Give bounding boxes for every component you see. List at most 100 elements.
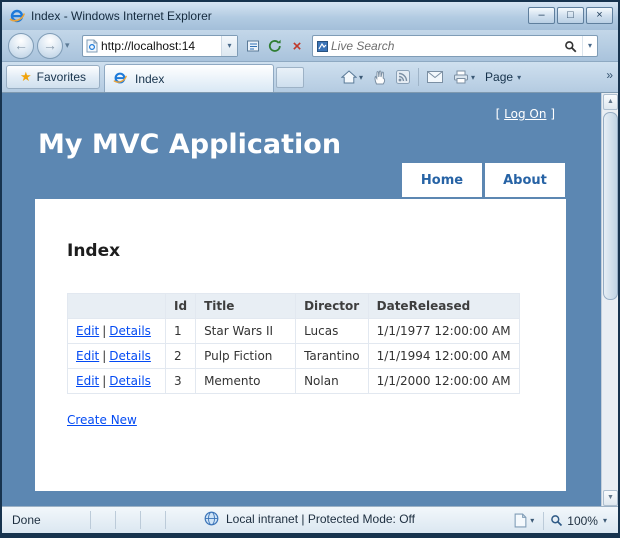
print-button[interactable]: ▾	[448, 65, 480, 89]
site-title: My MVC Application	[38, 129, 341, 160]
cell-id: 2	[166, 344, 196, 369]
cell-title: Memento	[196, 369, 296, 394]
toolbar-overflow-chevron[interactable]: »	[606, 68, 613, 82]
home-icon	[341, 70, 357, 84]
create-new-link[interactable]: Create New	[67, 413, 137, 427]
scroll-up-icon[interactable]: ▲	[603, 94, 618, 110]
cell-actions: Edit|Details	[68, 344, 166, 369]
browser-viewport: [ Log On ] My MVC Application Home About…	[2, 92, 618, 506]
details-link[interactable]: Details	[109, 374, 151, 388]
column-header-id: Id	[166, 294, 196, 319]
link-separator: |	[102, 349, 106, 363]
page-menu-button[interactable]: Page ▾	[480, 65, 526, 89]
details-link[interactable]: Details	[109, 324, 151, 338]
menu-item-home[interactable]: Home	[402, 163, 482, 197]
zoom-level[interactable]: 100%	[567, 514, 598, 528]
command-icons: ▾	[336, 65, 526, 89]
compatibility-view-icon[interactable]	[242, 35, 264, 57]
stop-icon[interactable]: ×	[286, 35, 308, 57]
window-title: Index - Windows Internet Explorer	[31, 9, 212, 23]
column-header-actions	[68, 294, 166, 319]
status-separator	[140, 511, 141, 529]
edit-link[interactable]: Edit	[76, 349, 99, 363]
print-icon	[453, 70, 469, 84]
status-bar: Done Local intranet | Protected Mode: Of…	[2, 506, 618, 533]
hand-tool-button[interactable]	[368, 65, 391, 89]
back-button[interactable]: ←	[8, 33, 34, 59]
column-header-director: Director	[296, 294, 369, 319]
maximize-button[interactable]: □	[557, 7, 584, 24]
link-separator: |	[102, 324, 106, 338]
search-box: ▾	[312, 35, 598, 57]
cell-actions: Edit|Details	[68, 369, 166, 394]
cell-director: Nolan	[296, 369, 369, 394]
cell-id: 3	[166, 369, 196, 394]
cell-date: 1/1/1977 12:00:00 AM	[368, 319, 519, 344]
page-title: Index	[67, 241, 120, 261]
page-dropdown-icon: ▾	[517, 73, 521, 82]
zoom-dropdown-icon[interactable]: ▾	[603, 516, 607, 525]
movies-table: Id Title Director DateReleased Edit|Deta…	[67, 293, 520, 394]
status-right-controls: ▾ 100% ▾	[514, 511, 610, 530]
logon-link[interactable]: Log On	[504, 107, 546, 121]
logon-open-bracket: [	[496, 107, 501, 121]
address-dropdown-icon[interactable]: ▾	[221, 36, 237, 56]
site-menu: Home About	[399, 163, 565, 197]
edit-link[interactable]: Edit	[76, 324, 99, 338]
title-bar: Index - Windows Internet Explorer – □ ×	[2, 2, 618, 30]
scroll-down-icon[interactable]: ▼	[603, 490, 618, 506]
command-bar: ★ Favorites Index ▾	[2, 62, 618, 92]
refresh-icon[interactable]	[264, 35, 286, 57]
status-separator	[543, 512, 544, 530]
link-separator: |	[102, 374, 106, 388]
hand-icon	[373, 70, 386, 85]
edit-link[interactable]: Edit	[76, 374, 99, 388]
command-separator	[418, 68, 419, 86]
column-header-title: Title	[196, 294, 296, 319]
page-menu-label: Page	[485, 70, 513, 84]
table-row: Edit|Details 2 Pulp Fiction Tarantino 1/…	[68, 344, 520, 369]
table-row: Edit|Details 1 Star Wars II Lucas 1/1/19…	[68, 319, 520, 344]
minimize-button[interactable]: –	[528, 7, 555, 24]
details-link[interactable]: Details	[109, 349, 151, 363]
search-dropdown-icon[interactable]: ▾	[582, 36, 597, 56]
cell-actions: Edit|Details	[68, 319, 166, 344]
feeds-button[interactable]	[391, 65, 415, 89]
intranet-globe-icon	[204, 511, 219, 526]
main-content: Index Id Title Director DateReleased	[35, 199, 566, 491]
scrollbar-thumb[interactable]	[603, 112, 618, 300]
search-input[interactable]	[331, 39, 558, 53]
tab-index[interactable]: Index	[104, 64, 274, 92]
create-new-wrap: Create New	[67, 413, 137, 427]
logon-close-bracket: ]	[550, 107, 555, 121]
favorites-button[interactable]: ★ Favorites	[6, 65, 100, 89]
status-page-icon[interactable]	[514, 513, 527, 528]
new-tab-button[interactable]	[276, 67, 304, 88]
address-bar: ▾	[82, 35, 238, 57]
home-dropdown-icon: ▾	[359, 73, 363, 82]
table-header-row: Id Title Director DateReleased	[68, 294, 520, 319]
cell-title: Pulp Fiction	[196, 344, 296, 369]
navigation-bar: ← → ▾ ▾ ×	[2, 30, 618, 62]
feeds-icon	[396, 70, 410, 84]
menu-item-about[interactable]: About	[485, 163, 565, 197]
address-input[interactable]	[101, 39, 221, 53]
close-button[interactable]: ×	[586, 7, 613, 24]
security-zone: Local intranet | Protected Mode: Off	[204, 511, 415, 526]
cell-director: Tarantino	[296, 344, 369, 369]
forward-button[interactable]: →	[37, 33, 63, 59]
page-favicon-icon	[86, 39, 98, 53]
status-menu-caret-icon[interactable]: ▾	[530, 516, 534, 525]
browser-window: Index - Windows Internet Explorer – □ × …	[0, 0, 620, 538]
read-mail-button[interactable]	[422, 65, 448, 89]
web-page: [ Log On ] My MVC Application Home About…	[2, 93, 601, 506]
search-icon[interactable]	[558, 36, 582, 56]
zoom-icon	[550, 514, 563, 527]
home-button[interactable]: ▾	[336, 65, 368, 89]
history-dropdown-icon[interactable]: ▾	[65, 40, 70, 51]
tab-label: Index	[135, 72, 164, 86]
tab-favicon-icon	[113, 71, 129, 87]
status-separator	[90, 511, 91, 529]
vertical-scrollbar[interactable]: ▲ ▼	[601, 93, 618, 506]
cell-id: 1	[166, 319, 196, 344]
